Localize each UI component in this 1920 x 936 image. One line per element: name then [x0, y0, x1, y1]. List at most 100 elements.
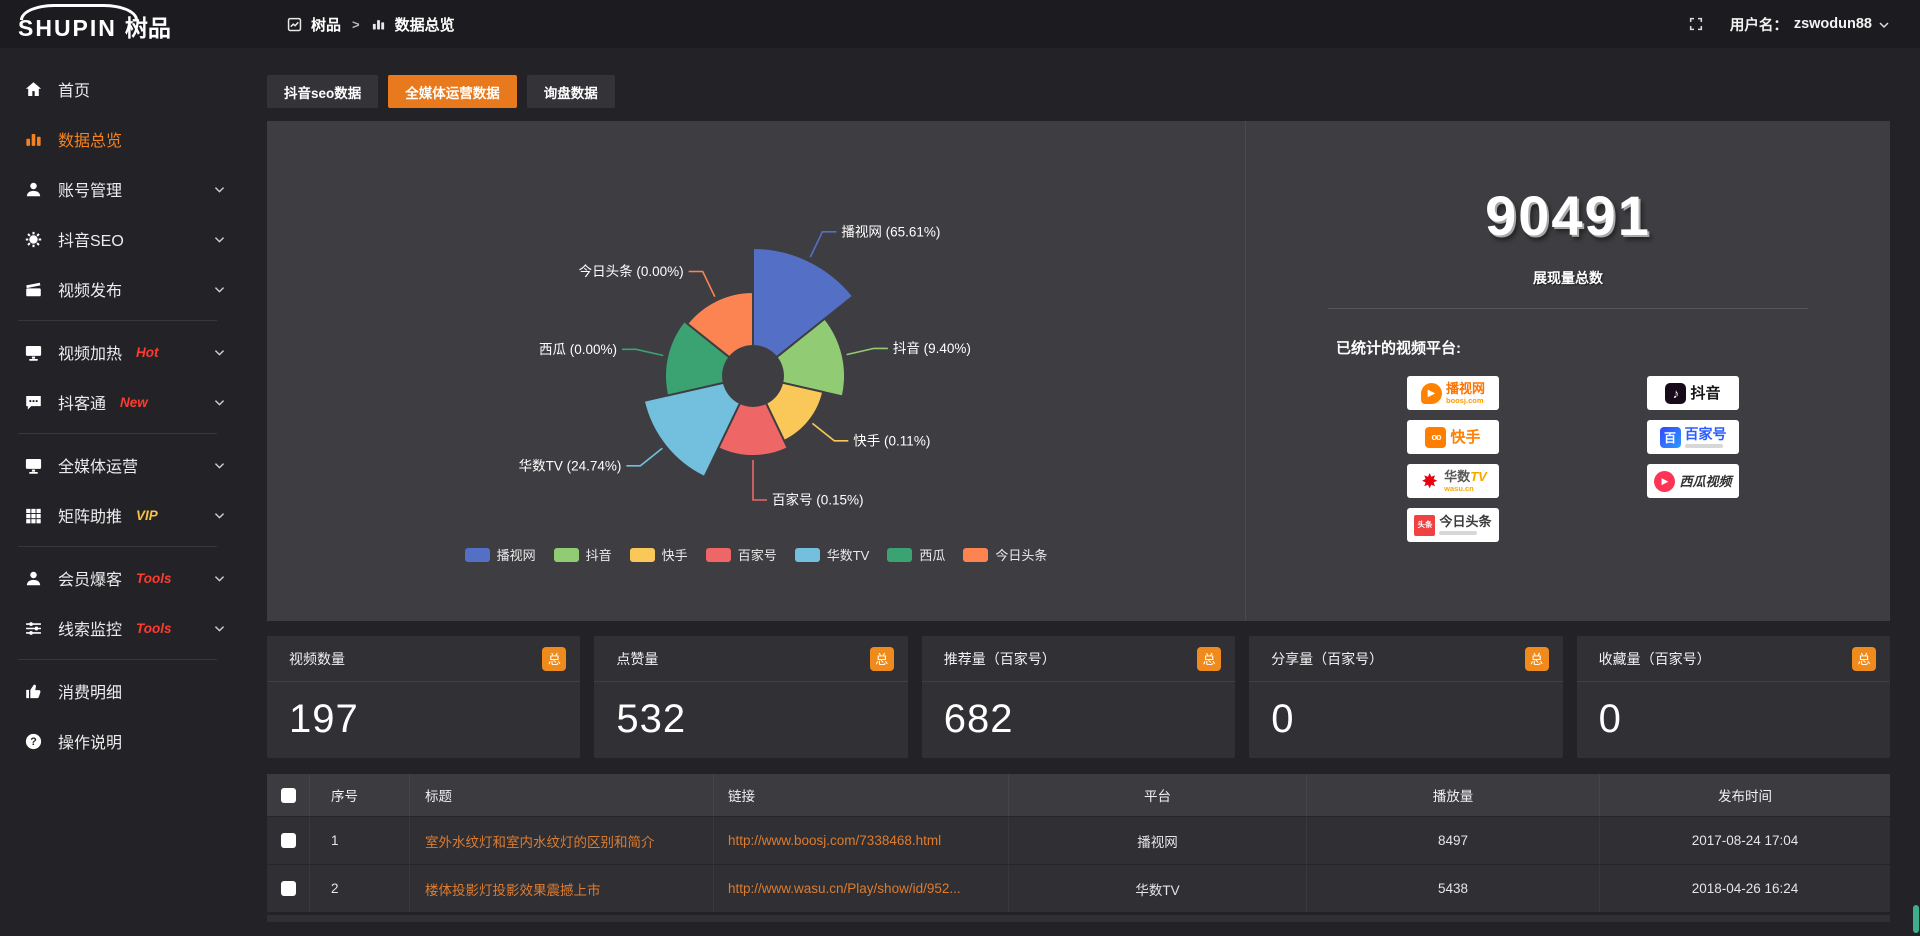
stat-card-value: 0 [1577, 682, 1890, 742]
legend-item-3[interactable]: 百家号 [706, 545, 777, 564]
platform-name: 抖音 [1690, 386, 1720, 401]
platforms-title: 已统计的视频平台: [1336, 337, 1890, 358]
tab-0[interactable]: 抖音seo数据 [267, 75, 378, 108]
column-header-2: 链接 [714, 774, 1009, 816]
legend-label: 百家号 [738, 545, 777, 564]
user-menu[interactable]: 用户名：zswodun88 [1730, 14, 1890, 35]
user-icon [24, 180, 43, 199]
legend-swatch [963, 548, 988, 562]
app-logo[interactable]: SHUPIN 树品 [0, 0, 263, 48]
sidebar-item-6[interactable]: 抖客通New [0, 377, 263, 427]
legend-item-2[interactable]: 快手 [630, 545, 688, 564]
row-checkbox[interactable] [281, 881, 296, 896]
sidebar-item-label: 首页 [58, 77, 90, 101]
legend-item-6[interactable]: 今日头条 [963, 545, 1047, 564]
table-row-0: 1室外水纹灯和室内水纹灯的区别和简介http://www.boosj.com/7… [267, 816, 1890, 864]
platform-tagline-decoration [1439, 531, 1477, 535]
xigua-logo-icon: ▶ [1654, 471, 1675, 492]
pie-slice-4[interactable] [644, 383, 740, 477]
sidebar-item-3[interactable]: 抖音SEO [0, 214, 263, 264]
pie-label-line [689, 272, 715, 297]
sidebar-divider [18, 433, 217, 434]
video-title-link[interactable]: 室外水纹灯和室内水纹灯的区别和简介 [425, 831, 655, 851]
total-badge[interactable]: 总 [1525, 647, 1549, 671]
tab-2[interactable]: 询盘数据 [527, 75, 615, 108]
platform-badge-kuaishou: oo快手 [1407, 420, 1499, 454]
sidebar-item-label: 线索监控 [58, 616, 122, 640]
pie-label-5: 西瓜 (0.00%) [539, 342, 617, 357]
stat-card-title: 点赞量 [616, 649, 658, 669]
fullscreen-icon[interactable] [1688, 16, 1704, 32]
platform-subtext: wasu.cn [1444, 485, 1487, 493]
pie-label-1: 抖音 (9.40%) [893, 340, 971, 356]
sidebar-item-badge: Tools [136, 571, 172, 586]
sliders-icon [24, 619, 43, 638]
pie-label-4: 华数TV (24.74%) [519, 458, 622, 473]
legend-item-1[interactable]: 抖音 [554, 545, 612, 564]
main-content: 抖音seo数据全媒体运营数据询盘数据 播视网 (65.61%)抖音 (9.40%… [263, 48, 1920, 936]
pie-label-3: 百家号 (0.15%) [772, 492, 864, 508]
home-icon [24, 80, 43, 99]
pie-label-line [847, 348, 888, 354]
stat-card-1: 点赞量总532 [594, 636, 907, 758]
tab-bar: 抖音seo数据全媒体运营数据询盘数据 [267, 75, 1890, 108]
sidebar-item-0[interactable]: 首页 [0, 64, 263, 114]
row-platform: 播视网 [1137, 831, 1178, 851]
row-checkbox[interactable] [281, 833, 296, 848]
videos-table: 序号标题链接平台播放量发布时间 1室外水纹灯和室内水纹灯的区别和简介http:/… [267, 774, 1890, 922]
sidebar-divider [18, 546, 217, 547]
logo-text-en: SHUPIN [18, 17, 117, 48]
legend-item-0[interactable]: 播视网 [465, 545, 536, 564]
row-publish-time: 2018-04-26 16:24 [1692, 881, 1799, 896]
sidebar-divider [18, 659, 217, 660]
sidebar-item-8[interactable]: 矩阵助推VIP [0, 490, 263, 540]
legend-swatch [706, 548, 731, 562]
pie-label-line [753, 460, 767, 500]
sidebar-item-11[interactable]: 消费明细 [0, 666, 263, 716]
pie-label-line [622, 349, 663, 355]
video-title-link[interactable]: 楼体投影灯投影效果震撼上市 [425, 879, 601, 899]
sidebar-item-4[interactable]: 视频发布 [0, 264, 263, 314]
tab-1[interactable]: 全媒体运营数据 [388, 75, 517, 108]
sidebar-item-1[interactable]: 数据总览 [0, 114, 263, 164]
sidebar-item-10[interactable]: 线索监控Tools [0, 603, 263, 653]
breadcrumb-current: 数据总览 [395, 14, 455, 35]
breadcrumb-root[interactable]: 树品 [311, 14, 341, 35]
platform-badge-wasu: ✸华数TVwasu.cn [1407, 464, 1499, 498]
total-badge[interactable]: 总 [870, 647, 894, 671]
video-url-link[interactable]: http://www.boosj.com/7338468.html [728, 833, 941, 848]
stat-card-3: 分享量（百家号）总0 [1249, 636, 1562, 758]
video-url-link[interactable]: http://www.wasu.cn/Play/show/id/952... [728, 881, 961, 896]
boosj-logo-icon: ▶ [1421, 383, 1442, 404]
legend-label: 抖音 [586, 545, 612, 564]
legend-item-5[interactable]: 西瓜 [887, 545, 945, 564]
legend-label: 华数TV [827, 545, 870, 564]
table-header: 序号标题链接平台播放量发布时间 [267, 774, 1890, 816]
platform-badge-boosj: ▶播视网boosj.com [1407, 376, 1499, 410]
total-badge[interactable]: 总 [1852, 647, 1876, 671]
legend-swatch [554, 548, 579, 562]
svg-text:?: ? [30, 736, 37, 748]
stat-card-0: 视频数量总197 [267, 636, 580, 758]
total-badge[interactable]: 总 [1197, 647, 1221, 671]
sidebar-item-9[interactable]: 会员爆客Tools [0, 553, 263, 603]
chevron-down-icon [1878, 19, 1890, 31]
legend-swatch [465, 548, 490, 562]
sidebar-item-badge: Hot [136, 345, 159, 360]
column-header-4: 播放量 [1307, 774, 1600, 816]
sidebar-item-5[interactable]: 视频加热Hot [0, 327, 263, 377]
column-header-1: 标题 [410, 774, 714, 816]
sidebar-item-7[interactable]: 全媒体运营 [0, 440, 263, 490]
total-badge[interactable]: 总 [542, 647, 566, 671]
scrollbar-thumb[interactable] [1913, 905, 1919, 933]
platform-name: 华数TV [1444, 470, 1487, 483]
select-all-checkbox[interactable] [281, 788, 296, 803]
chevron-down-icon [213, 346, 226, 359]
sidebar-item-12[interactable]: ?操作说明 [0, 716, 263, 766]
sidebar-item-2[interactable]: 账号管理 [0, 164, 263, 214]
chevron-down-icon [213, 283, 226, 296]
total-impressions-label: 展现量总数 [1246, 268, 1890, 288]
chevron-down-icon [213, 572, 226, 585]
question-icon: ? [24, 732, 43, 751]
legend-item-4[interactable]: 华数TV [795, 545, 870, 564]
